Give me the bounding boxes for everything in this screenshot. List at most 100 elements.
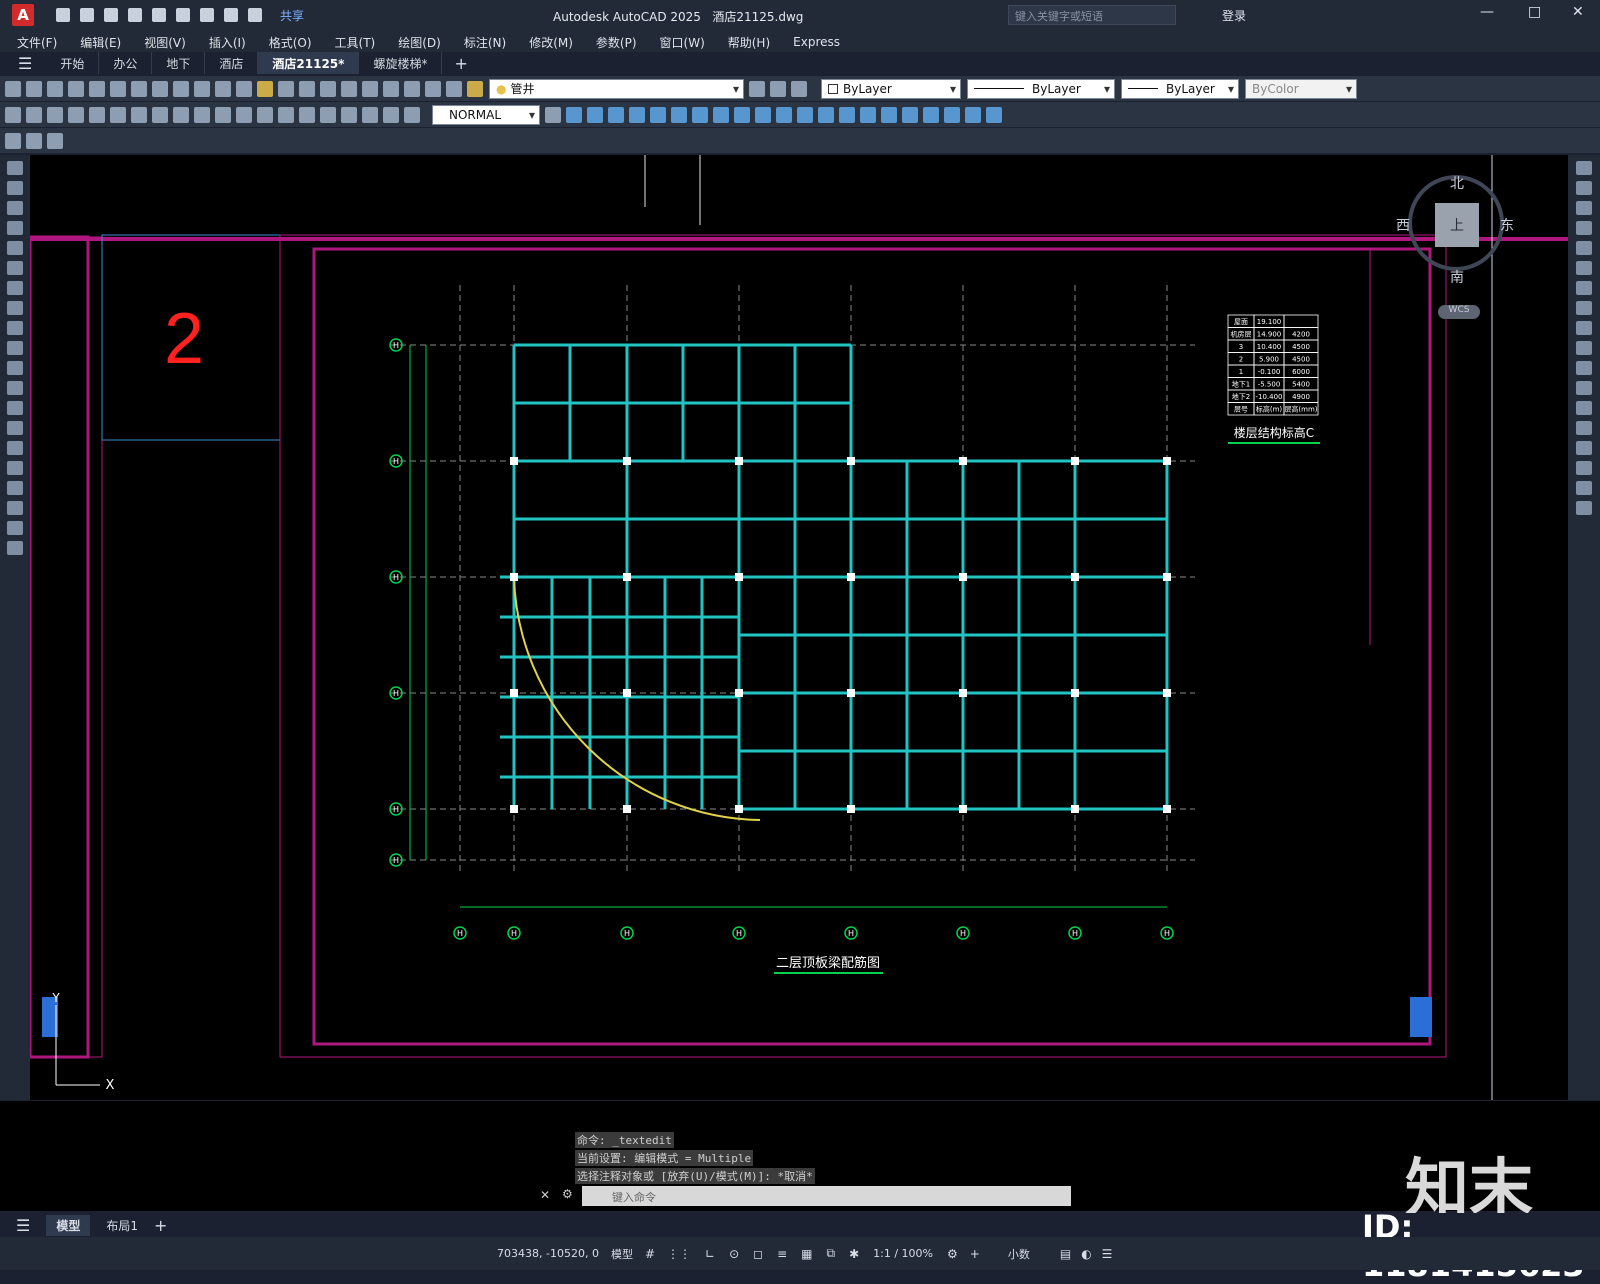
help-icon[interactable]: [446, 80, 462, 97]
solid-subtract-icon[interactable]: [755, 106, 771, 123]
quick-dim-icon[interactable]: [173, 106, 189, 123]
qnew-icon[interactable]: [5, 80, 21, 97]
undo-icon[interactable]: [215, 80, 231, 97]
block-edit-icon[interactable]: [5, 132, 21, 149]
aligned-dim-icon[interactable]: [26, 106, 42, 123]
extrude-icon[interactable]: [797, 106, 813, 123]
polygon-icon[interactable]: [7, 221, 23, 235]
menu-item[interactable]: 绘图(D): [398, 34, 441, 51]
calculator-icon[interactable]: [425, 80, 441, 97]
command-input[interactable]: 键入命令: [582, 1186, 1071, 1206]
chamfer-icon[interactable]: [1576, 441, 1592, 455]
redo-icon[interactable]: [236, 80, 252, 97]
center-mark-icon[interactable]: [299, 106, 315, 123]
dimstyle-icon[interactable]: [545, 106, 561, 123]
save-icon[interactable]: [47, 80, 63, 97]
dim-space-icon[interactable]: [236, 106, 252, 123]
view-front-icon[interactable]: [566, 106, 582, 123]
add-layout-icon[interactable]: +: [154, 1216, 167, 1235]
add-selected-icon[interactable]: [7, 541, 23, 555]
break-point-icon[interactable]: [1576, 381, 1592, 395]
mirror-icon[interactable]: [1576, 201, 1592, 215]
viewcube-top-face[interactable]: 上: [1435, 203, 1479, 247]
menu-item[interactable]: 插入(I): [209, 34, 246, 51]
hamburger-icon[interactable]: ☰: [18, 54, 32, 73]
annotation-scale[interactable]: 1:1 / 100%: [873, 1247, 933, 1260]
dim-edit-icon[interactable]: [362, 106, 378, 123]
menu-item[interactable]: 帮助(H): [728, 34, 770, 51]
spline-icon[interactable]: [7, 321, 23, 335]
document-tab[interactable]: 酒店21125*: [258, 52, 360, 74]
arc-icon[interactable]: [7, 261, 23, 275]
document-tab[interactable]: 酒店: [205, 52, 259, 74]
layer-prev-icon[interactable]: [749, 80, 765, 97]
paste-icon[interactable]: [173, 80, 189, 97]
make-block-icon[interactable]: [7, 401, 23, 415]
menu-item[interactable]: 视图(V): [144, 34, 186, 51]
menu-item[interactable]: 窗口(W): [660, 34, 705, 51]
dimstyle-dropdown[interactable]: NORMAL: [432, 104, 540, 125]
grid-icon[interactable]: #: [645, 1247, 655, 1261]
linetype-dropdown[interactable]: ByLayer: [967, 78, 1115, 99]
fillet-icon[interactable]: [1576, 461, 1592, 475]
flatten-icon[interactable]: [986, 106, 1002, 123]
region-icon[interactable]: [7, 481, 23, 495]
angular-dim-icon[interactable]: [152, 106, 168, 123]
solid-union-icon[interactable]: [734, 106, 750, 123]
redo-icon[interactable]: [248, 8, 262, 22]
snap-icon[interactable]: ⋮⋮: [667, 1247, 691, 1261]
properties-icon[interactable]: [320, 80, 336, 97]
menu-item[interactable]: 标注(N): [464, 34, 506, 51]
radius-dim-icon[interactable]: [89, 106, 105, 123]
extend-icon[interactable]: [1576, 361, 1592, 375]
rectangle-icon[interactable]: [7, 241, 23, 255]
tab-layout1[interactable]: 布局1: [106, 1217, 138, 1234]
thicken-icon[interactable]: [923, 106, 939, 123]
autocad-logo-icon[interactable]: A: [12, 4, 34, 26]
add-tab-icon[interactable]: +: [454, 54, 467, 73]
jogged-linear-icon[interactable]: [341, 106, 357, 123]
block-insert-icon[interactable]: [26, 132, 42, 149]
blend-icon[interactable]: [1576, 481, 1592, 495]
polar-icon[interactable]: ⊙: [729, 1247, 739, 1261]
web-icon[interactable]: [152, 8, 166, 22]
ellipse-arc-icon[interactable]: [7, 361, 23, 375]
minimize-icon[interactable]: —: [1480, 4, 1494, 20]
menu-item[interactable]: 工具(T): [335, 34, 376, 51]
open-icon[interactable]: [80, 8, 94, 22]
loft-icon[interactable]: [860, 106, 876, 123]
layer-dropdown[interactable]: ● 管井: [489, 78, 744, 99]
revolve-icon[interactable]: [818, 106, 834, 123]
search-input[interactable]: 键入关键字或短语: [1008, 5, 1176, 25]
erase-icon[interactable]: [1576, 161, 1592, 175]
command-customize-icon[interactable]: ⚙: [562, 1187, 573, 1201]
solid-box-icon[interactable]: [692, 106, 708, 123]
ordinate-dim-icon[interactable]: [68, 106, 84, 123]
drawing-canvas[interactable]: 2 H H H H H H H H H H H H H H 二层顶板梁配筋图 屋面 19.100 机房层 14.…: [30, 155, 1568, 1100]
maximize-icon[interactable]: □: [1528, 4, 1541, 20]
view-right-icon[interactable]: [608, 106, 624, 123]
menu-item[interactable]: 文件(F): [17, 34, 57, 51]
close-icon[interactable]: ✕: [1572, 4, 1584, 20]
model-space-toggle[interactable]: 模型: [611, 1246, 633, 1262]
revcloud-icon[interactable]: [7, 301, 23, 315]
viewcube-south[interactable]: 南: [1450, 267, 1464, 287]
diameter-dim-icon[interactable]: [131, 106, 147, 123]
line-icon[interactable]: [7, 161, 23, 175]
menu-item[interactable]: Express: [793, 35, 840, 49]
viewcube-north[interactable]: 北: [1450, 173, 1464, 193]
arc-dim-icon[interactable]: [47, 106, 63, 123]
markup-icon[interactable]: [404, 80, 420, 97]
array-icon[interactable]: [1576, 241, 1592, 255]
lineweight-icon[interactable]: ≡: [777, 1247, 787, 1261]
menu-item[interactable]: 编辑(E): [80, 34, 121, 51]
document-tab[interactable]: 螺旋楼梯*: [359, 52, 443, 74]
camera-icon[interactable]: [671, 106, 687, 123]
move-icon[interactable]: [1576, 261, 1592, 275]
preview-icon[interactable]: [89, 80, 105, 97]
zoom-window-icon[interactable]: [299, 80, 315, 97]
trim-icon[interactable]: [1576, 341, 1592, 355]
isolate-icon[interactable]: ◐: [1081, 1247, 1091, 1261]
document-tab[interactable]: 开始: [46, 52, 100, 74]
quick-properties-icon[interactable]: ▤: [1060, 1247, 1071, 1261]
